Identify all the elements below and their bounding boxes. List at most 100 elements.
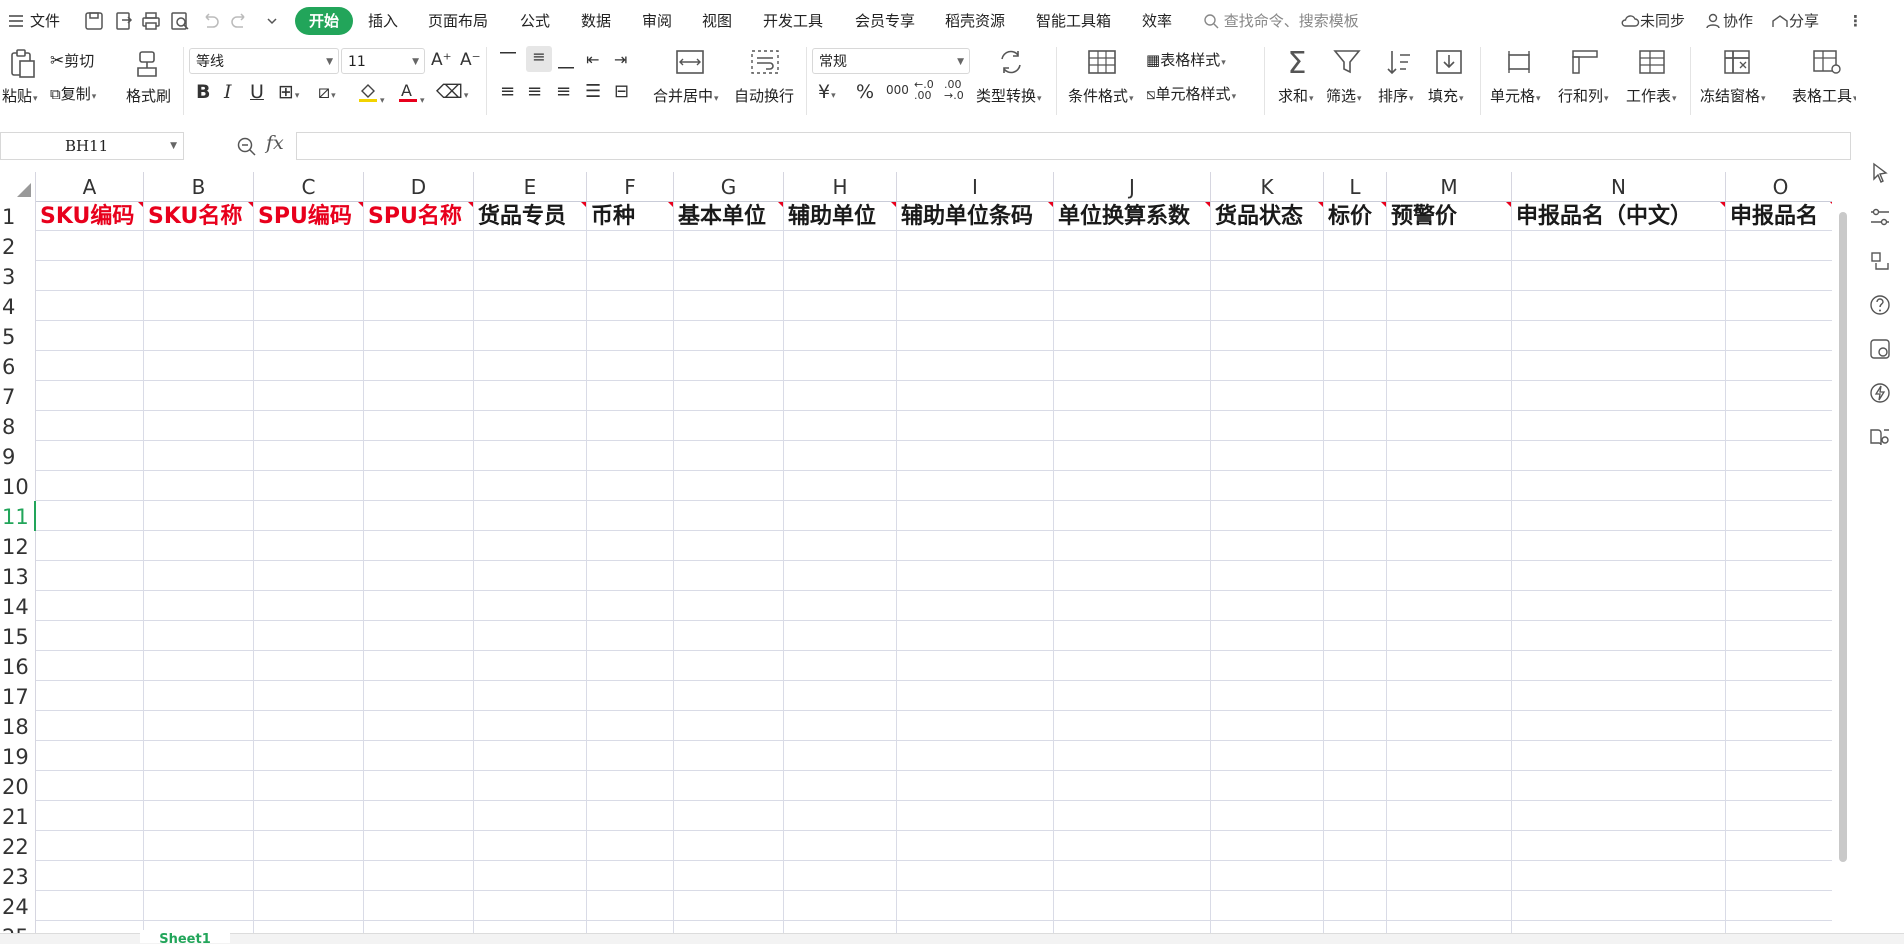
align-left-icon[interactable]: ≡ xyxy=(500,81,515,103)
table-row[interactable] xyxy=(36,801,1832,831)
row-header-15[interactable]: 15 xyxy=(0,621,36,651)
tab-docer[interactable]: 稻壳资源 xyxy=(945,0,1005,43)
sort-button[interactable]: 排序▾ xyxy=(1378,85,1414,106)
tab-home[interactable]: 开始 xyxy=(295,7,354,35)
align-bottom-icon[interactable]: ⎽ xyxy=(558,49,574,71)
column-header-m[interactable]: M xyxy=(1387,172,1512,201)
wrap-text-icon[interactable] xyxy=(748,47,782,81)
lightning-icon[interactable] xyxy=(1868,381,1892,405)
freeze-panes-button[interactable]: 冻结窗格▾ xyxy=(1700,85,1766,106)
book-search-icon[interactable] xyxy=(1868,425,1892,449)
tab-developer[interactable]: 开发工具 xyxy=(763,0,823,43)
function-icon[interactable]: fx xyxy=(266,132,284,154)
paste-icon[interactable] xyxy=(6,47,40,81)
increase-decimal-icon[interactable]: ←.0.00 xyxy=(914,79,934,101)
eraser-icon[interactable]: ⌫▾ xyxy=(436,81,468,107)
header-cell[interactable]: 币种 xyxy=(587,201,673,231)
export-icon[interactable] xyxy=(114,11,134,31)
table-row[interactable] xyxy=(36,291,1832,321)
bold-icon[interactable]: B xyxy=(196,81,210,103)
fill-button[interactable]: 填充▾ xyxy=(1428,85,1464,106)
settings-sliders-icon[interactable] xyxy=(1868,205,1892,229)
save-icon[interactable] xyxy=(84,11,104,31)
sheet-tab[interactable]: Sheet1 xyxy=(140,930,230,943)
row-col-button[interactable]: 行和列▾ xyxy=(1558,85,1609,106)
increase-font-icon[interactable]: A⁺ xyxy=(431,49,452,71)
align-center-icon[interactable]: ≡ xyxy=(527,81,542,103)
tab-formulas[interactable]: 公式 xyxy=(520,0,550,43)
increase-indent-icon[interactable]: ⇥ xyxy=(614,49,627,71)
copy-button[interactable]: ⧉复制▾ xyxy=(50,83,96,104)
scroll-thumb[interactable] xyxy=(1839,212,1847,862)
header-cell[interactable]: 申报品名（中文） xyxy=(1512,201,1725,231)
name-box[interactable]: BH11 ▼ xyxy=(0,132,184,160)
header-cell[interactable]: 辅助单位条码 xyxy=(897,201,1053,231)
row-header-9[interactable]: 9 xyxy=(0,441,36,471)
command-search[interactable]: 查找命令、搜索模板 xyxy=(1203,0,1359,43)
table-style-button[interactable]: ▦表格样式▾ xyxy=(1146,49,1226,70)
worksheet-button[interactable]: 工作表▾ xyxy=(1626,85,1677,106)
file-menu[interactable]: 文件 xyxy=(30,0,60,43)
row-header-4[interactable]: 4 xyxy=(0,291,36,321)
fill-color-icon[interactable]: ▾ xyxy=(357,81,385,112)
column-header-g[interactable]: G xyxy=(674,172,784,201)
border-icon[interactable]: ⊞▾ xyxy=(278,81,299,107)
row-col-icon[interactable] xyxy=(1568,47,1602,81)
table-row[interactable] xyxy=(36,711,1832,741)
row-header-13[interactable]: 13 xyxy=(0,561,36,591)
conditional-format-button[interactable]: 条件格式▾ xyxy=(1068,85,1134,106)
row-header-10[interactable]: 10 xyxy=(0,471,36,501)
format-painter-icon[interactable] xyxy=(131,48,165,82)
table-row[interactable] xyxy=(36,591,1832,621)
redo-icon[interactable] xyxy=(230,11,250,31)
percent-icon[interactable]: % xyxy=(856,81,874,103)
row-header-11[interactable]: 11 xyxy=(0,501,36,531)
header-cell[interactable]: 货品状态 xyxy=(1211,201,1323,231)
table-row[interactable] xyxy=(36,501,1832,531)
row-header-22[interactable]: 22 xyxy=(0,831,36,861)
select-cursor-icon[interactable] xyxy=(1868,161,1892,185)
table-row[interactable] xyxy=(36,681,1832,711)
quick-access-dropdown-icon[interactable] xyxy=(262,11,282,31)
font-name-select[interactable]: 等线 ▼ xyxy=(189,48,339,74)
column-header-i[interactable]: I xyxy=(897,172,1054,201)
column-header-d[interactable]: D xyxy=(364,172,474,201)
transform-icon[interactable] xyxy=(1868,249,1892,273)
table-row[interactable] xyxy=(36,651,1832,681)
zoom-icon[interactable] xyxy=(236,136,256,156)
table-row[interactable] xyxy=(36,441,1832,471)
tab-smart-toolbox[interactable]: 智能工具箱 xyxy=(1036,0,1111,43)
sync-status[interactable]: 未同步 xyxy=(1620,0,1685,43)
header-cell[interactable]: 标价 xyxy=(1324,201,1386,231)
filter-icon[interactable] xyxy=(1330,47,1364,81)
row-header-8[interactable]: 8 xyxy=(0,411,36,441)
column-header-h[interactable]: H xyxy=(784,172,897,201)
convert-icon[interactable] xyxy=(994,47,1028,81)
column-header-l[interactable]: L xyxy=(1324,172,1387,201)
row-header-14[interactable]: 14 xyxy=(0,591,36,621)
tab-page-layout[interactable]: 页面布局 xyxy=(428,0,488,43)
header-cell[interactable]: SPU名称 xyxy=(364,201,473,231)
column-header-a[interactable]: A xyxy=(36,172,144,201)
row-header-23[interactable]: 23 xyxy=(0,861,36,891)
format-painter-label[interactable]: 格式刷 xyxy=(126,85,171,106)
row-header-3[interactable]: 3 xyxy=(0,261,36,291)
row-header-18[interactable]: 18 xyxy=(0,711,36,741)
row-header-19[interactable]: 19 xyxy=(0,741,36,771)
merge-center-button[interactable]: 合并居中▾ xyxy=(653,85,719,106)
conditional-format-icon[interactable] xyxy=(1085,47,1119,81)
cut-button[interactable]: ✂剪切 xyxy=(50,50,94,71)
cell-fill-style-icon[interactable]: ⧄▾ xyxy=(318,81,336,107)
row-header-12[interactable]: 12 xyxy=(0,531,36,561)
table-row[interactable] xyxy=(36,321,1832,351)
tab-review[interactable]: 审阅 xyxy=(642,0,672,43)
underline-icon[interactable]: U xyxy=(250,81,264,103)
column-header-e[interactable]: E xyxy=(474,172,587,201)
column-header-c[interactable]: C xyxy=(254,172,364,201)
share-button[interactable]: 分享 xyxy=(1771,0,1819,43)
table-row[interactable] xyxy=(36,831,1832,861)
fill-down-icon[interactable] xyxy=(1432,47,1466,81)
cell-icon[interactable] xyxy=(1502,47,1536,81)
decrease-indent-icon[interactable]: ⇤ xyxy=(586,49,599,71)
header-cell[interactable]: 货品专员 xyxy=(474,201,586,231)
